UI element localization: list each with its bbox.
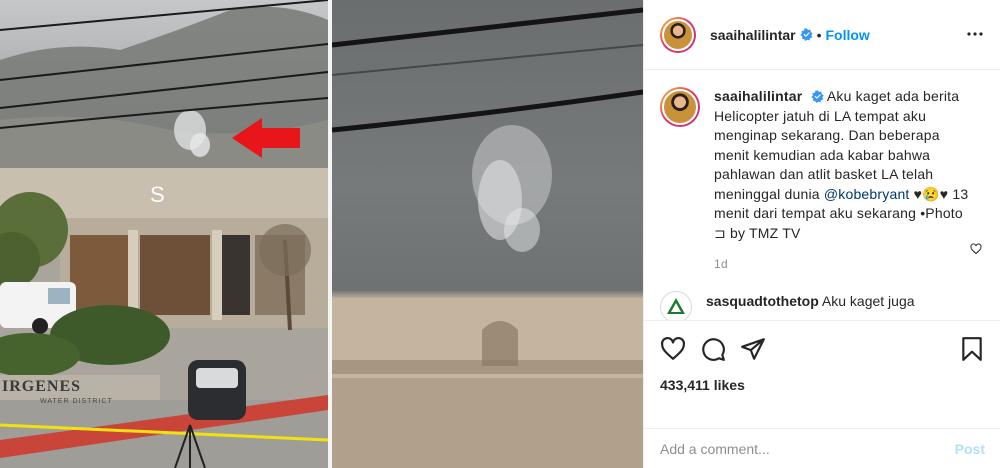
post-header: saaihalilintar • Follow <box>644 0 1000 70</box>
post-sidebar: saaihalilintar • Follow saaihalilintar A… <box>643 0 1000 468</box>
caption-username[interactable]: saaihalilintar <box>714 88 802 104</box>
post-photo[interactable]: S IRGENES WATER DISTRICT <box>0 0 643 468</box>
comment-text: Aku kaget juga <box>821 292 915 309</box>
likes-count[interactable]: 433,411 likes <box>660 377 985 393</box>
post-caption: saaihalilintar Aku kaget ada berita Heli… <box>660 87 985 275</box>
follow-button[interactable]: Follow <box>826 27 870 43</box>
caption-mention-link[interactable]: @kobebryant <box>824 186 910 202</box>
like-button[interactable] <box>660 329 700 369</box>
photo-panel-left: S IRGENES WATER DISTRICT <box>0 0 328 468</box>
comment-item: sasquadtothetop Aku kaget juga <box>660 290 985 321</box>
verified-badge-icon <box>799 28 813 41</box>
building-sign-letter: S <box>150 182 165 207</box>
photo-panel-right <box>332 0 643 468</box>
bookmark-icon <box>962 337 982 361</box>
building-sign-subtext: WATER DISTRICT <box>40 398 113 405</box>
save-button[interactable] <box>945 329 985 369</box>
commenter-avatar[interactable] <box>660 290 692 320</box>
heart-icon <box>661 336 685 360</box>
comments-list[interactable]: saaihalilintar Aku kaget ada berita Heli… <box>644 71 1000 320</box>
post-comment-button[interactable]: Post <box>955 441 985 457</box>
header-separator: • <box>816 26 822 43</box>
squad-logo-icon <box>667 297 685 314</box>
post-timestamp[interactable]: 1d <box>714 255 974 275</box>
caption-body: saaihalilintar Aku kaget ada berita Heli… <box>714 87 974 275</box>
comment-like-heart-icon[interactable] <box>970 243 982 255</box>
add-comment-bar: Post <box>644 428 1000 468</box>
comment-icon <box>702 338 725 361</box>
caption-avatar[interactable] <box>660 87 700 127</box>
comment-body: sasquadtothetop Aku kaget juga <box>706 293 915 321</box>
comment-input[interactable] <box>660 440 955 457</box>
post-actions: 433,411 likes <box>644 320 1000 393</box>
comment-button[interactable] <box>700 329 740 369</box>
more-options-icon[interactable] <box>963 22 987 46</box>
verified-badge-icon <box>810 90 824 103</box>
action-icons-row <box>660 329 985 369</box>
commenter-username[interactable]: sasquadtothetop <box>706 293 819 309</box>
author-avatar[interactable] <box>660 16 696 53</box>
paper-plane-icon <box>741 338 765 360</box>
building-sign-name: IRGENES <box>2 378 82 395</box>
caption-text: Aku kaget ada berita Helicopter jatuh di… <box>714 88 960 202</box>
author-username[interactable]: saaihalilintar <box>710 27 796 43</box>
share-button[interactable] <box>740 329 780 369</box>
